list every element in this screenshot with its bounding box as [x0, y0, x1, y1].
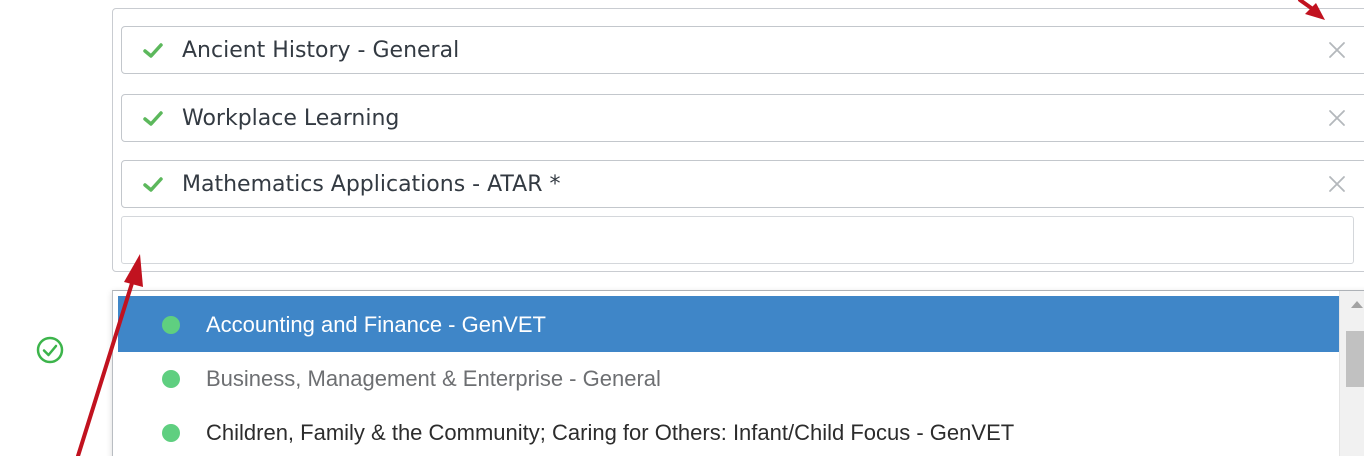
- close-icon[interactable]: [1326, 173, 1348, 195]
- status-dot-icon: [162, 370, 180, 388]
- tag-label: Ancient History - General: [182, 38, 460, 63]
- selected-tag: Workplace Learning: [121, 94, 1364, 142]
- check-circle-icon: [36, 336, 64, 364]
- scrollbar[interactable]: [1339, 291, 1364, 456]
- selected-tag: Mathematics Applications - ATAR *: [121, 160, 1364, 208]
- scroll-up-arrow-icon[interactable]: [1351, 301, 1363, 308]
- close-icon[interactable]: [1326, 107, 1348, 129]
- tag-label: Mathematics Applications - ATAR *: [182, 172, 561, 197]
- options-dropdown: Accounting and Finance - GenVET Business…: [112, 290, 1364, 456]
- option-label: Accounting and Finance - GenVET: [206, 312, 546, 337]
- option-label: Children, Family & the Community; Caring…: [206, 420, 1015, 445]
- search-input[interactable]: [121, 216, 1354, 264]
- option-label: Business, Management & Enterprise - Gene…: [206, 366, 661, 391]
- check-icon: [143, 177, 163, 192]
- dropdown-option[interactable]: Children, Family & the Community; Caring…: [118, 404, 1339, 456]
- selected-tag: Ancient History - General: [121, 26, 1364, 74]
- tag-label: Workplace Learning: [182, 106, 400, 131]
- scroll-thumb[interactable]: [1346, 331, 1364, 387]
- dropdown-option[interactable]: Business, Management & Enterprise - Gene…: [118, 350, 1339, 406]
- dropdown-option[interactable]: Accounting and Finance - GenVET: [118, 296, 1339, 352]
- status-dot-icon: [162, 316, 180, 334]
- status-dot-icon: [162, 424, 180, 442]
- check-icon: [143, 43, 163, 58]
- subject-selector-screen: Ancient History - General Workplace Lear…: [0, 0, 1364, 456]
- check-icon: [143, 111, 163, 126]
- close-icon[interactable]: [1326, 39, 1348, 61]
